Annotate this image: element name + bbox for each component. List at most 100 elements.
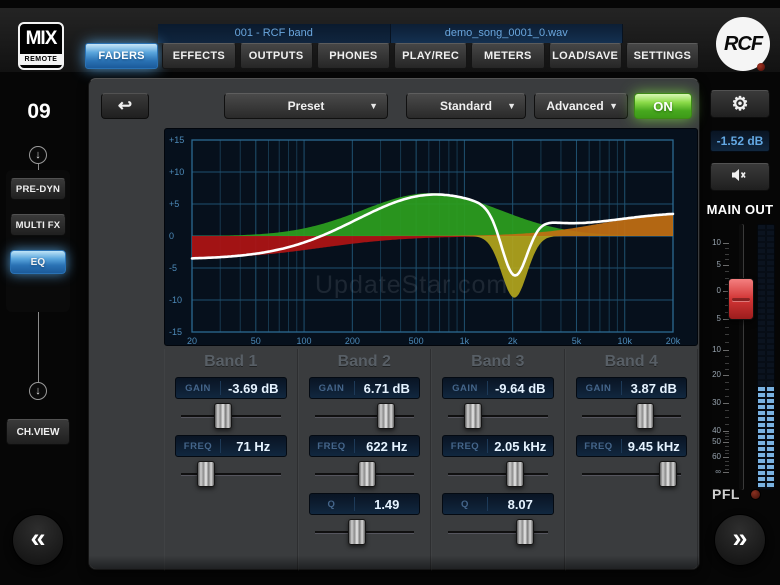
band-2-q-value[interactable]: Q 1.49	[308, 493, 420, 515]
mute-speaker-icon	[731, 168, 749, 187]
band-title: Band 1	[204, 353, 258, 370]
eq-curve-svg: +15 +10 +5 0 -5 -10 -15 20 50 100 200 500 1k 2k 5k 10k 2…	[169, 135, 681, 346]
tab-load-save[interactable]: LOAD/SAVE	[548, 43, 622, 69]
tab-settings[interactable]: SETTINGS	[625, 43, 699, 69]
svg-text:+10: +10	[169, 167, 184, 177]
meter-segment	[758, 225, 774, 229]
meter-segment	[758, 435, 774, 439]
band-1-gain-slider[interactable]	[177, 401, 285, 431]
fader-track[interactable]	[739, 224, 743, 490]
band-3-gain-slider[interactable]	[444, 401, 552, 431]
fader-cap[interactable]	[728, 278, 754, 321]
sidebar-item-multi-fx[interactable]: MULTI FX	[10, 214, 66, 236]
collapse-left-button[interactable]: «	[12, 514, 64, 566]
tab-phones[interactable]: PHONES	[316, 43, 390, 69]
curve-type-dropdown[interactable]: Standard ▼	[406, 93, 526, 119]
meter-segment	[758, 471, 774, 475]
band-column-2: Band 2 GAIN 6.71 dB FREQ 622 Hz Q 1.49	[298, 349, 431, 571]
svg-text:200: 200	[345, 336, 360, 345]
sidebar-item-pre-dyn[interactable]: PRE-DYN	[10, 178, 66, 200]
svg-text:20k: 20k	[666, 336, 681, 345]
meter-segment	[758, 411, 774, 415]
chevrons-right-icon: »	[732, 522, 748, 553]
slider-handle[interactable]	[357, 461, 376, 487]
fader-scale-label: 5	[716, 259, 721, 269]
meter-segment	[758, 279, 774, 283]
meter-segment	[758, 363, 774, 367]
expand-right-button[interactable]: »	[714, 514, 766, 566]
tab-effects[interactable]: EFFECTS	[162, 43, 236, 69]
meter-segment	[758, 231, 774, 235]
tab-faders[interactable]: FADERS	[85, 43, 159, 69]
band-2-gain-slider[interactable]	[311, 401, 419, 431]
band-2-gain-value[interactable]: GAIN 6.71 dB	[308, 377, 420, 399]
slider-handle[interactable]	[506, 461, 525, 487]
meter-segment	[758, 243, 774, 247]
main-out-fader[interactable]: 10 5 0 5 10 20 30 40 50 60 ∞	[706, 224, 776, 490]
pfl-label: PFL	[712, 486, 740, 502]
logo-remote-text: REMOTE	[20, 54, 62, 65]
band-4-gain-value[interactable]: GAIN 3.87 dB	[575, 377, 687, 399]
band-3-q-slider[interactable]	[444, 517, 552, 547]
logo-mix-text: MIX	[25, 28, 58, 49]
band-4-freq-slider[interactable]	[578, 459, 686, 489]
processing-chain-panel: PRE-DYN MULTI FX EQ	[6, 170, 70, 312]
mode-dropdown[interactable]: Advanced ▼	[534, 93, 628, 119]
meter-segment	[758, 267, 774, 271]
band-3-gain-value[interactable]: GAIN -9.64 dB	[442, 377, 554, 399]
meter-segment	[758, 375, 774, 379]
slider-handle[interactable]	[213, 403, 232, 429]
band-3-freq-slider[interactable]	[444, 459, 552, 489]
band-2-freq-value[interactable]: FREQ 622 Hz	[308, 435, 420, 457]
meter-segment	[758, 237, 774, 241]
band-title: Band 4	[604, 353, 658, 370]
pfl-led	[750, 489, 761, 500]
meter-segment	[758, 249, 774, 253]
ch-view-button[interactable]: CH.VIEW	[6, 419, 70, 445]
main-out-mute-button[interactable]	[710, 163, 770, 191]
eq-on-button[interactable]: ON	[634, 93, 692, 119]
tab-outputs[interactable]: OUTPUTS	[239, 43, 313, 69]
slider-handle[interactable]	[196, 461, 215, 487]
band-column-1: Band 1 GAIN -3.69 dB FREQ 71 Hz	[164, 349, 298, 571]
fader-scale-label: 10	[712, 344, 721, 354]
band-3-freq-value[interactable]: FREQ 2.05 kHz	[442, 435, 554, 457]
band-1-freq-slider[interactable]	[177, 459, 285, 489]
slider-handle[interactable]	[659, 461, 678, 487]
band-1-gain-value[interactable]: GAIN -3.69 dB	[175, 377, 287, 399]
tab-meters[interactable]: METERS	[471, 43, 545, 69]
band-4-gain-slider[interactable]	[578, 401, 686, 431]
fader-scale-label: ∞	[715, 467, 721, 477]
band-3-q-value[interactable]: Q 8.07	[442, 493, 554, 515]
slider-handle[interactable]	[377, 403, 396, 429]
chevron-down-icon: ▼	[609, 101, 618, 111]
fader-tick	[723, 242, 729, 244]
slider-handle[interactable]	[516, 519, 535, 545]
tab-play-rec[interactable]: PLAY/REC	[394, 43, 468, 69]
slider-handle[interactable]	[636, 403, 655, 429]
band-2-freq-slider[interactable]	[311, 459, 419, 489]
eq-response-graph[interactable]: +15 +10 +5 0 -5 -10 -15 20 50 100 200 500 1k 2k 5k 10k 2…	[164, 128, 698, 346]
settings-button[interactable]: ⚙	[710, 90, 770, 118]
slider-handle[interactable]	[347, 519, 366, 545]
fader-tick	[723, 318, 729, 320]
band-4-freq-value[interactable]: FREQ 9.45 kHz	[575, 435, 687, 457]
fader-scale-label: 5	[716, 313, 721, 323]
back-arrow-icon: ↩	[117, 96, 133, 115]
meter-segment	[758, 405, 774, 409]
meter-segment	[758, 387, 774, 391]
sidebar-item-eq[interactable]: EQ	[10, 250, 66, 274]
back-button[interactable]: ↩	[101, 93, 149, 119]
band-2-q-slider[interactable]	[311, 517, 419, 547]
chevrons-left-icon: «	[30, 522, 46, 553]
meter-segment	[758, 357, 774, 361]
session-name: 001 - RCF band	[158, 24, 391, 43]
meter-segment	[758, 369, 774, 373]
preset-dropdown[interactable]: Preset ▼	[224, 93, 388, 119]
band-column-4: Band 4 GAIN 3.87 dB FREQ 9.45 kHz	[565, 349, 698, 571]
band-controls: Band 1 GAIN -3.69 dB FREQ 71 Hz Band 2 GAIN 6.7…	[164, 349, 698, 571]
fader-scale-label: 10	[712, 237, 721, 247]
band-1-freq-value[interactable]: FREQ 71 Hz	[175, 435, 287, 457]
meter-segment	[758, 327, 774, 331]
slider-handle[interactable]	[463, 403, 482, 429]
